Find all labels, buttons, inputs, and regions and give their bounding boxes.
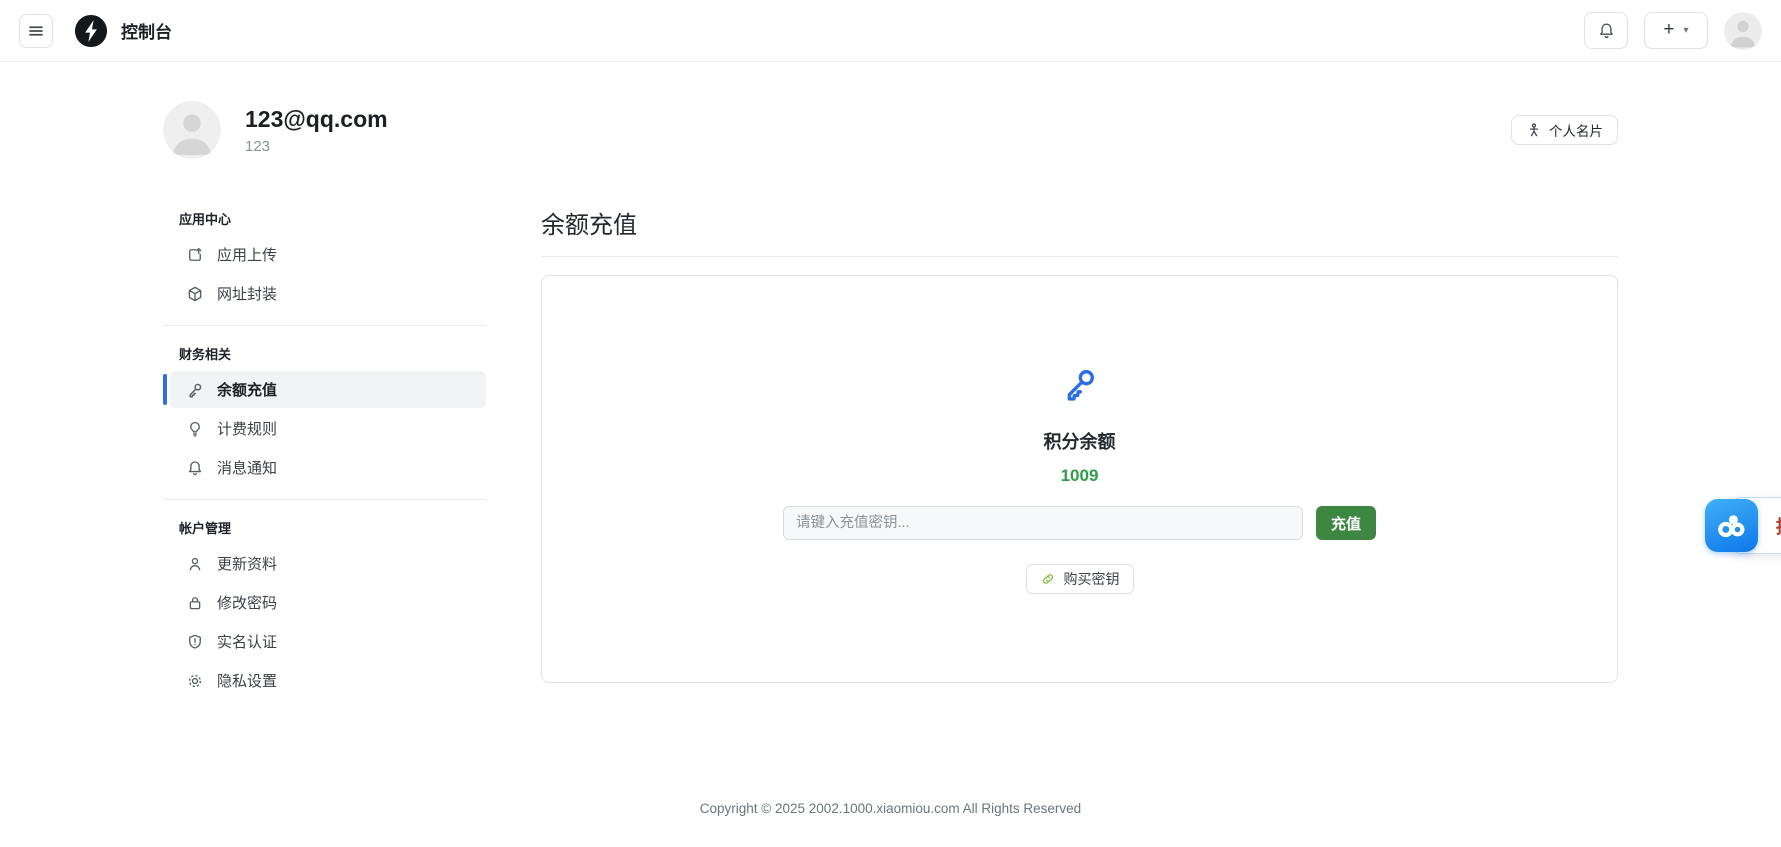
bell-icon (1597, 21, 1616, 40)
sidebar-item-label: 消息通知 (217, 457, 277, 478)
link-icon (1040, 571, 1056, 587)
profile-avatar (163, 101, 221, 159)
sidebar-item-update-profile[interactable]: 更新资料 (170, 545, 486, 582)
sidebar-item-real-name-verification[interactable]: 实名认证 (170, 623, 486, 660)
sidebar-item-label: 更新资料 (217, 553, 277, 574)
package-box-icon (186, 285, 204, 303)
recharge-key-input[interactable] (783, 506, 1303, 540)
balance-recharge-heading: 余额充值 (541, 205, 1618, 257)
header-user-avatar[interactable] (1724, 12, 1762, 50)
personal-card-label: 个人名片 (1549, 120, 1603, 140)
profile-info: 123@qq.com 123 (245, 106, 388, 155)
buy-key-button[interactable]: 购买密钥 (1026, 564, 1134, 594)
sidebar-item-notifications[interactable]: 消息通知 (170, 449, 486, 486)
lock-icon (186, 594, 204, 612)
bell-icon (186, 459, 204, 477)
key-icon (186, 381, 204, 399)
hamburger-icon (27, 22, 45, 40)
person-card-icon (1526, 122, 1542, 138)
top-header: 控制台 + ▾ (0, 0, 1781, 62)
profile-email: 123@qq.com (245, 106, 388, 133)
recharge-card: 积分余额 1009 充值 购买密钥 (541, 275, 1618, 683)
create-new-button[interactable]: + ▾ (1644, 12, 1708, 49)
sidebar-item-app-upload[interactable]: 应用上传 (170, 236, 486, 273)
profile-header: 123@qq.com 123 个人名片 (163, 101, 1618, 159)
sidebar-item-url-packaging[interactable]: 网址封装 (170, 275, 486, 312)
sidebar-nav: 应用中心 应用上传 网址封装 财务相关 余额充值 (163, 205, 486, 701)
hamburger-menu-button[interactable] (19, 14, 53, 48)
sidebar-item-label: 网址封装 (217, 283, 277, 304)
sidebar-item-privacy-settings[interactable]: 隐私设置 (170, 662, 486, 699)
user-icon (186, 555, 204, 573)
content-wrapper: 123@qq.com 123 个人名片 应用中心 应用上传 (163, 101, 1618, 701)
copyright-footer: Copyright © 2025 2002.1000.xiaomiou.com … (0, 801, 1781, 816)
netdisk-widget-partial-text: 拖 (1776, 513, 1781, 539)
caret-down-icon: ▾ (1684, 25, 1689, 36)
baidu-cloud-icon[interactable] (1705, 499, 1758, 552)
sidebar-item-label: 应用上传 (217, 244, 277, 265)
plus-icon: + (1663, 20, 1674, 39)
shield-icon (186, 633, 204, 651)
page-title: 控制台 (121, 18, 172, 43)
sidebar-item-label: 修改密码 (217, 592, 277, 613)
sidebar-divider (163, 499, 486, 500)
buy-key-label: 购买密钥 (1064, 569, 1120, 589)
sidebar-item-label: 余额充值 (217, 379, 277, 400)
sidebar-section-account: 帐户管理 (163, 514, 486, 543)
sidebar-section-app-center: 应用中心 (163, 205, 486, 234)
sidebar-divider (163, 325, 486, 326)
lightbulb-icon (186, 420, 204, 438)
sidebar-item-label: 隐私设置 (217, 670, 277, 691)
points-balance-label: 积分余额 (1044, 428, 1116, 454)
sidebar-item-label: 计费规则 (217, 418, 277, 439)
gear-icon (186, 672, 204, 690)
lightning-bolt-logo (74, 14, 108, 48)
recharge-button[interactable]: 充值 (1316, 506, 1376, 540)
sidebar-item-billing-rules[interactable]: 计费规则 (170, 410, 486, 447)
upload-icon (186, 246, 204, 264)
profile-username: 123 (245, 138, 388, 155)
key-icon (1060, 364, 1100, 404)
points-balance-value: 1009 (1061, 466, 1099, 486)
main-panel: 余额充值 积分余额 1009 充值 购买密钥 (541, 205, 1618, 683)
sidebar-section-finance: 财务相关 (163, 340, 486, 369)
sidebar-item-change-password[interactable]: 修改密码 (170, 584, 486, 621)
sidebar-item-label: 实名认证 (217, 631, 277, 652)
personal-card-button[interactable]: 个人名片 (1511, 115, 1618, 145)
recharge-input-row: 充值 (783, 506, 1376, 540)
sidebar-item-balance-recharge[interactable]: 余额充值 (170, 371, 486, 408)
notifications-button[interactable] (1584, 12, 1628, 49)
